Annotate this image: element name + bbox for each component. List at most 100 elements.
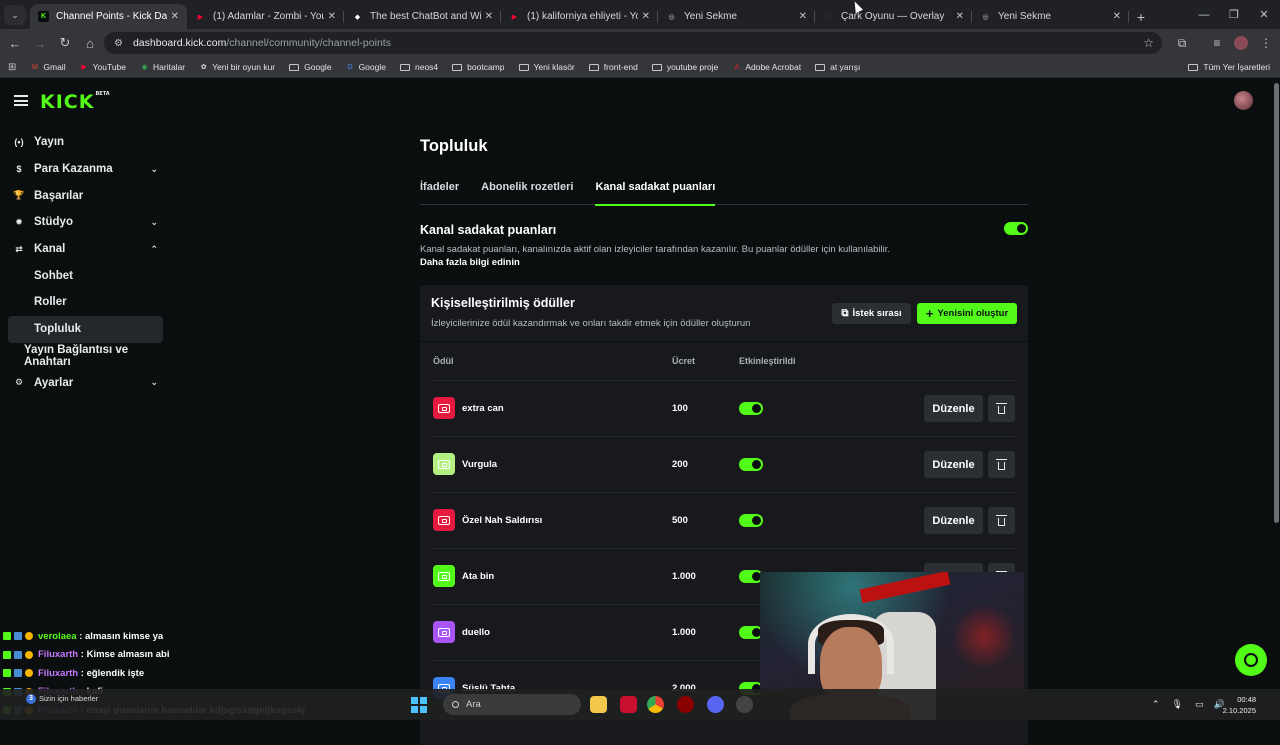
bookmark-item[interactable]: ◉ Haritalar [140,62,185,72]
reward-enabled-toggle[interactable] [739,402,763,415]
page-scrollbar[interactable] [1272,83,1280,543]
bookmark-item[interactable]: youtube proje [651,62,718,72]
create-new-label: Yenisini oluştur [937,308,1009,319]
restore-button[interactable]: ❐ [1218,0,1250,29]
tab-search-button[interactable]: ⌄ [4,5,26,25]
edit-reward-button[interactable]: Düzenle [924,395,983,422]
chevron-down-icon[interactable]: ⌄ [150,217,158,228]
system-tray[interactable]: ⌃ 🎙 ▭ 🔊 [1152,689,1225,720]
bookmark-item[interactable]: neos4 [399,62,438,72]
rewards-title: Kişiselleştirilmiş ödüller [431,296,575,310]
bookmark-item[interactable]: front-end [588,62,638,72]
learn-more-link[interactable]: Daha fazla bilgi edinin [420,257,520,268]
close-window-button[interactable]: ✕ [1248,0,1280,29]
obs-icon[interactable] [736,696,753,713]
browser-tab[interactable]: K Channel Points - Kick Dashboard ✕ [30,4,187,29]
profile-avatar[interactable] [1229,29,1253,57]
bookmark-item[interactable]: Google [289,62,332,72]
sidebar-item[interactable]: ⇄ Kanal ⌃ [8,236,163,263]
apps-grid-icon[interactable]: ⊞ [8,62,16,73]
reward-enabled-toggle[interactable] [739,514,763,527]
all-bookmarks-button[interactable]: Tüm Yer İşaretleri [1188,62,1270,72]
page-tab[interactable]: Abonelik rozetleri [481,181,573,205]
sidebar-item[interactable]: 🏆 Başarılar [8,182,163,209]
edit-reward-button[interactable]: Düzenle [924,451,983,478]
minimize-button[interactable]: — [1188,0,1220,29]
delete-reward-button[interactable] [988,451,1015,478]
chat-username: Filuxarth [38,649,79,661]
channel-points-toggle[interactable] [1004,222,1028,235]
browser-tab[interactable]: ◎ Yeni Sekme ✕ [658,4,815,29]
sidebar-item[interactable]: Roller [8,289,163,316]
extensions-icon[interactable]: ⧉ [1170,29,1194,57]
close-tab-icon[interactable]: ✕ [642,11,650,22]
sidebar-item-label: Ayarlar [34,376,74,389]
taskbar-search[interactable]: Ara [443,694,581,715]
support-chat-button[interactable] [1235,644,1267,676]
app-icon[interactable] [677,696,694,713]
sidebar-item[interactable]: ⚙ Ayarlar ⌄ [8,369,163,396]
forward-button[interactable]: → [28,31,52,55]
bookmark-item[interactable]: M Gmail [30,62,66,72]
edit-reward-button[interactable]: Düzenle [924,507,983,534]
close-tab-icon[interactable]: ✕ [328,11,336,22]
address-bar[interactable]: ⚙ dashboard.kick.com/channel/community/c… [104,32,1162,54]
file-explorer-icon[interactable] [590,696,607,713]
windows-start-icon[interactable] [411,697,427,713]
close-tab-icon[interactable]: ✕ [799,11,807,22]
browser-tab[interactable]: ◎ Yeni Sekme ✕ [972,4,1129,29]
chrome-icon[interactable] [647,696,664,713]
reload-button[interactable]: ↻ [53,31,77,55]
sub-badge-icon [14,650,22,659]
taskbar-clock[interactable]: 00:48 2.10.2025 [1223,694,1256,716]
site-info-icon[interactable]: ⚙ [114,38,123,49]
bookmark-item[interactable]: Yeni klasör [518,62,575,72]
close-tab-icon[interactable]: ✕ [485,11,493,22]
netflix-icon[interactable] [620,696,637,713]
reward-enabled-toggle[interactable] [739,458,763,471]
hamburger-menu-icon[interactable] [14,95,28,106]
close-tab-icon[interactable]: ✕ [956,11,964,22]
reward-name: Özel Nah Saldırısı [462,515,543,526]
close-tab-icon[interactable]: ✕ [1113,11,1121,22]
reading-list-icon[interactable]: ≡ [1205,29,1229,57]
create-new-reward-button[interactable]: + Yenisini oluştur [917,303,1017,324]
home-button[interactable]: ⌂ [78,31,102,55]
sidebar-item[interactable]: ✹ Stüdyo ⌄ [8,209,163,236]
delete-reward-button[interactable] [988,395,1015,422]
sidebar-item-label: Para Kazanma [34,163,113,176]
bookmark-item[interactable]: at yarışı [815,62,860,72]
request-queue-button[interactable]: ⧉ İstek sırası [832,303,911,324]
page-tab[interactable]: Kanal sadakat puanları [595,181,715,206]
sidebar-item[interactable]: (•) Yayın [8,129,163,156]
close-tab-icon[interactable]: ✕ [171,11,179,22]
sidebar-item[interactable]: Topluluk [8,315,163,343]
bookmark-star-icon[interactable]: ☆ [1143,36,1154,50]
bookmark-item[interactable]: ✿ Yeni bir oyun kur [199,62,275,72]
browser-tab[interactable]: ◌ Çark Oyunu — Overlay ✕ [815,4,972,29]
kick-logo[interactable]: KICKBETA [40,91,110,113]
bookmark-item[interactable]: G Google [346,62,386,72]
chevron-up-icon[interactable]: ⌃ [150,244,158,255]
sidebar-item-label: Kanal [34,243,66,256]
page-tab[interactable]: İfadeler [420,181,459,205]
browser-menu-icon[interactable]: ⋮ [1254,29,1278,57]
sidebar-item[interactable]: Sohbet [8,262,163,289]
discord-icon[interactable] [707,696,724,713]
user-avatar[interactable] [1234,91,1253,110]
bookmark-item[interactable]: A Adobe Acrobat [732,62,801,72]
sidebar-item[interactable]: Yayın Bağlantısı ve Anahtarı [8,343,163,370]
browser-tab[interactable]: ▶ (1) kaliforniya ehliyeti - YouTube ✕ [501,4,658,29]
chevron-down-icon[interactable]: ⌄ [150,164,158,175]
chevron-down-icon[interactable]: ⌄ [150,377,158,388]
news-notice[interactable]: 3 Sizin için haberler [26,694,98,705]
new-tab-button[interactable]: + [1129,4,1153,29]
browser-tab[interactable]: ◆ The best ChatBot and Widgets ✕ [344,4,501,29]
sidebar-item-label: Yayın Bağlantısı ve Anahtarı [24,343,129,368]
browser-tab[interactable]: ▶ (1) Adamlar - Zombi - YouTube ✕ [187,4,344,29]
back-button[interactable]: ← [3,31,27,55]
delete-reward-button[interactable] [988,507,1015,534]
bookmark-item[interactable]: bootcamp [452,62,505,72]
sidebar-item[interactable]: $ Para Kazanma ⌄ [8,156,163,183]
bookmark-item[interactable]: ▶ YouTube [80,62,126,72]
